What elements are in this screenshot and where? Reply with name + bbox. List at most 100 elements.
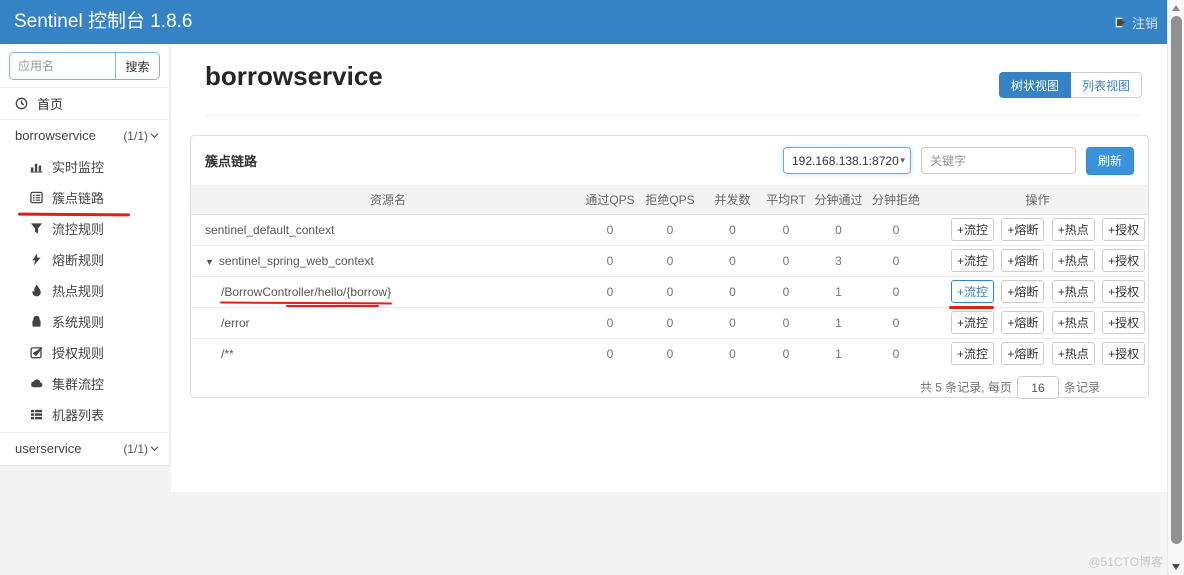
sidebar-item-label: 机器列表: [52, 408, 105, 423]
annotation-underline-resource: [219, 301, 392, 304]
app-search-input[interactable]: [10, 53, 115, 79]
app-header: Sentinel 控制台 1.8.6 注销: [0, 0, 1184, 44]
caret-down-icon: ▼: [898, 156, 907, 165]
search-button[interactable]: 搜索: [115, 53, 159, 79]
machine-select-value: 192.168.138.1:8720: [791, 153, 899, 168]
sidebar-item-hotspot-rules[interactable]: 热点规则: [0, 275, 169, 306]
table-row: /error 0 0 0 0 1 0 +流控 +熔断 +热点 +授权: [191, 306, 1148, 338]
sidebar-item-cluster-link[interactable]: 簇点链路: [0, 182, 169, 217]
app-group-name: userservice: [15, 441, 82, 456]
sidebar-item-machine-list[interactable]: 机器列表: [0, 399, 169, 430]
list-alt-icon: [30, 191, 43, 204]
cell-pass-qps: 0: [585, 244, 635, 276]
cell-minute-reject: 0: [865, 244, 927, 276]
lock-icon: [32, 315, 41, 327]
scrollbar-up-arrow[interactable]: [1172, 5, 1180, 11]
annotation-underline-resource: [285, 304, 380, 307]
cell-avg-rt: 0: [760, 337, 812, 369]
cell-minute-reject: 0: [865, 306, 927, 338]
page-title: borrowservice: [205, 61, 383, 91]
sidebar-item-flow-rules[interactable]: 流控规则: [0, 213, 169, 244]
column-header-resource: 资源名: [191, 185, 585, 215]
add-authority-rule-button[interactable]: +授权: [1102, 280, 1146, 303]
add-degrade-rule-button[interactable]: +熔断: [1001, 280, 1045, 303]
sidebar-item-cluster-flow[interactable]: 集群流控: [0, 368, 169, 399]
sidebar: 搜索 首页 borrowservice (1/1) 实时监控 簇点链路: [0, 44, 170, 466]
refresh-button[interactable]: 刷新: [1085, 146, 1134, 175]
cell-reject-qps: 0: [635, 306, 705, 338]
sidebar-item-authority-rules[interactable]: 授权规则: [0, 337, 169, 368]
add-authority-rule-button[interactable]: +授权: [1102, 311, 1146, 334]
add-flow-rule-button[interactable]: +流控: [951, 249, 995, 272]
table-row: /BorrowController/hello/{borrow} 0 0 0 0…: [191, 275, 1148, 309]
panel-title: 簇点链路: [205, 154, 258, 169]
add-flow-rule-button[interactable]: +流控: [949, 280, 995, 309]
column-header-minute-pass: 分钟通过: [812, 185, 865, 215]
app-group-name: borrowservice: [15, 128, 96, 143]
add-flow-rule-button[interactable]: +流控: [951, 342, 995, 366]
tree-view-button[interactable]: 树状视图: [998, 72, 1071, 98]
cell-avg-rt: 0: [760, 306, 812, 338]
page-size-input[interactable]: [1016, 376, 1059, 399]
logout-icon: [1115, 17, 1126, 27]
sidebar-item-degrade-rules[interactable]: 熔断规则: [0, 244, 169, 275]
scrollbar[interactable]: [1167, 0, 1184, 575]
add-flow-rule-button[interactable]: +流控: [951, 311, 995, 334]
pagination: 共 5 条记录, 每页 条记录: [191, 369, 1148, 399]
column-header-reject-qps: 拒绝QPS: [635, 185, 705, 215]
column-header-actions: 操作: [927, 185, 1148, 215]
sidebar-group-userservice[interactable]: userservice (1/1): [0, 433, 169, 464]
add-flow-rule-button[interactable]: +流控: [951, 218, 995, 241]
add-hotspot-rule-button[interactable]: +热点: [1051, 249, 1095, 272]
cluster-link-panel: 簇点链路 192.168.138.1:8720 ▼ 刷新 资源名 通过QPS 拒…: [190, 135, 1149, 399]
cell-threads: 0: [705, 306, 760, 338]
resource-name: sentinel_spring_web_context: [218, 253, 374, 268]
sidebar-item-realtime-monitor[interactable]: 实时监控: [0, 151, 169, 182]
table-row: ▼ sentinel_spring_web_context 0 0 0 0 3 0…: [191, 244, 1148, 276]
add-hotspot-rule-button[interactable]: +热点: [1051, 342, 1095, 366]
add-degrade-rule-button[interactable]: +熔断: [1001, 342, 1045, 366]
sidebar-item-label: 集群流控: [52, 377, 105, 392]
cell-reject-qps: 0: [635, 337, 705, 369]
sidebar-item-label: 簇点链路: [52, 191, 105, 206]
resource-table: 资源名 通过QPS 拒绝QPS 并发数 平均RT 分钟通过 分钟拒绝 操作 se…: [191, 185, 1148, 369]
sidebar-group-borrowservice[interactable]: borrowservice (1/1): [0, 120, 169, 151]
cell-reject-qps: 0: [635, 244, 705, 276]
resource-name: /error: [191, 306, 585, 338]
cell-minute-reject: 0: [865, 337, 927, 369]
view-toggle-group: 树状视图 列表视图: [998, 72, 1142, 98]
list-view-button[interactable]: 列表视图: [1070, 72, 1142, 98]
add-hotspot-rule-button[interactable]: +热点: [1051, 311, 1095, 334]
sidebar-item-label: 熔断规则: [52, 253, 105, 268]
scrollbar-down-arrow[interactable]: [1172, 564, 1180, 570]
add-authority-rule-button[interactable]: +授权: [1102, 342, 1146, 366]
machine-select[interactable]: 192.168.138.1:8720 ▼: [782, 147, 911, 174]
add-degrade-rule-button[interactable]: +熔断: [1001, 311, 1045, 334]
keyword-input[interactable]: [920, 147, 1076, 174]
column-header-minute-reject: 分钟拒绝: [865, 185, 927, 215]
cell-minute-pass: 0: [835, 222, 842, 237]
app-title: Sentinel 控制台 1.8.6: [14, 11, 193, 32]
add-authority-rule-button[interactable]: +授权: [1102, 218, 1146, 241]
add-hotspot-rule-button[interactable]: +热点: [1051, 280, 1095, 303]
resource-name: /BorrowController/hello/{borrow}: [221, 284, 392, 299]
cell-minute-pass: 1: [812, 337, 865, 369]
sidebar-item-label: 系统规则: [52, 315, 105, 330]
column-header-avg-rt: 平均RT: [760, 185, 812, 215]
clock-icon: [15, 97, 28, 110]
add-hotspot-rule-button[interactable]: +热点: [1051, 218, 1095, 241]
add-degrade-rule-button[interactable]: +熔断: [1001, 249, 1045, 272]
tree-collapse-caret[interactable]: ▼: [205, 257, 214, 267]
resource-name: sentinel_default_context: [205, 222, 335, 237]
app-group-count: (1/1): [123, 441, 148, 456]
sidebar-item-label: 首页: [37, 97, 64, 112]
add-authority-rule-button[interactable]: +授权: [1102, 249, 1146, 272]
logout-button[interactable]: 注销: [1114, 0, 1158, 44]
cell-minute-reject: 0: [865, 275, 927, 307]
sidebar-item-home[interactable]: 首页: [0, 88, 169, 119]
cell-reject-qps: 0: [666, 222, 674, 237]
sidebar-item-system-rules[interactable]: 系统规则: [0, 306, 169, 337]
add-degrade-rule-button[interactable]: +熔断: [1001, 218, 1045, 241]
cell-threads: 0: [729, 222, 736, 237]
scrollbar-thumb[interactable]: [1171, 16, 1182, 544]
